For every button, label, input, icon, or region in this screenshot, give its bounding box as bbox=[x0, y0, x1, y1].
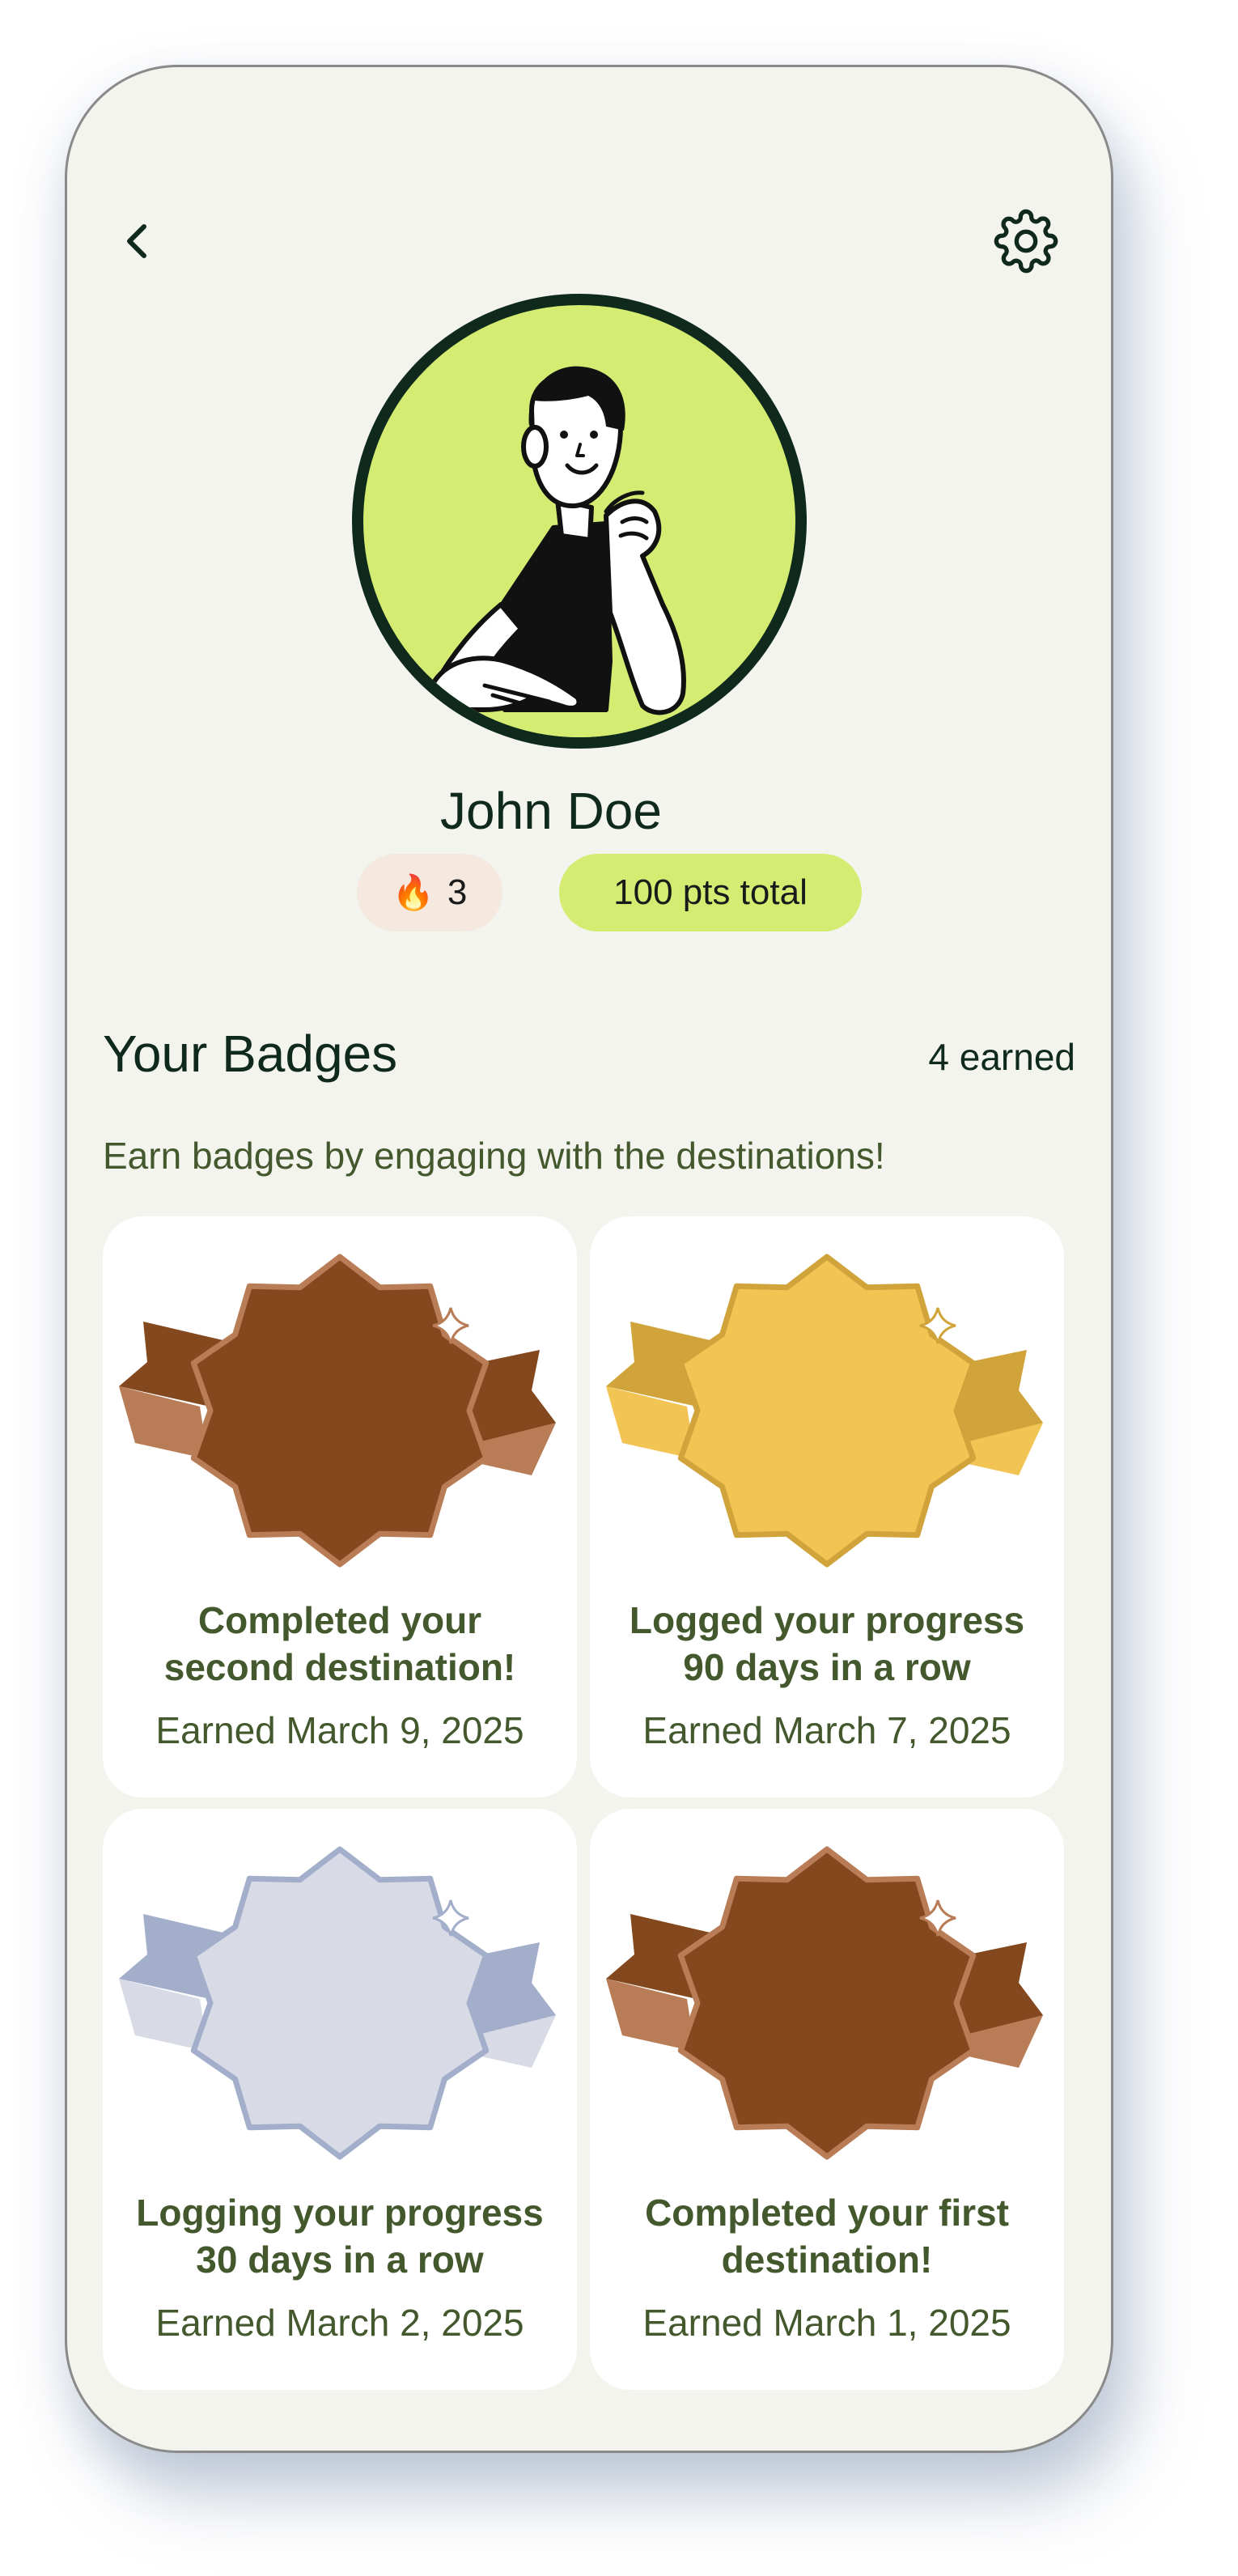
profile-avatar[interactable] bbox=[352, 294, 807, 749]
badge-seal bbox=[677, 1254, 977, 1568]
bronze-badge-icon bbox=[606, 1846, 1043, 2160]
streak-badge: 🔥 3 bbox=[357, 854, 502, 932]
fire-icon: 🔥 bbox=[392, 872, 435, 911]
badge-card[interactable]: Completed your first destination! Earned… bbox=[590, 1809, 1064, 2390]
badge-card[interactable]: Logged your progress 90 days in a row Ea… bbox=[590, 1216, 1064, 1797]
badge-card[interactable]: Logging your progress 30 days in a row E… bbox=[103, 1809, 577, 2390]
badge-date: Earned March 9, 2025 bbox=[155, 1709, 524, 1751]
user-name: John Doe bbox=[440, 782, 662, 840]
badge-title: Completed your second destination! bbox=[163, 1599, 516, 1688]
screen: John Doe 🔥 3 100 pts total Your Badges 4… bbox=[0, 0, 1238, 2576]
earned-count: 4 earned bbox=[928, 1036, 1075, 1078]
badge-title: Completed your first destination! bbox=[645, 2192, 1009, 2281]
badge-date: Earned March 2, 2025 bbox=[155, 2302, 524, 2344]
phone-frame: John Doe 🔥 3 100 pts total Your Badges 4… bbox=[65, 65, 1113, 2453]
section-title: Your Badges bbox=[103, 1025, 398, 1083]
streak-count: 3 bbox=[447, 872, 468, 912]
badge-date: Earned March 7, 2025 bbox=[642, 1709, 1011, 1751]
silver-badge-icon bbox=[119, 1846, 556, 2160]
badge-date: Earned March 1, 2025 bbox=[642, 2302, 1011, 2344]
badge-seal bbox=[190, 1254, 490, 1568]
back-button[interactable] bbox=[100, 197, 172, 286]
badge-seal bbox=[190, 1846, 490, 2160]
badge-seal bbox=[677, 1846, 977, 2160]
points-badge: 100 pts total bbox=[559, 854, 862, 932]
chevron-left-icon bbox=[127, 224, 146, 258]
badge-title: Logging your progress 30 days in a row bbox=[136, 2192, 544, 2281]
bronze-badge-icon bbox=[119, 1254, 556, 1568]
person-illustration bbox=[412, 366, 752, 737]
badge-title: Logged your progress 90 days in a row bbox=[629, 1599, 1025, 1688]
gold-badge-icon bbox=[606, 1254, 1043, 1568]
gear-icon bbox=[994, 209, 1058, 274]
badge-card[interactable]: Completed your second destination! Earne… bbox=[103, 1216, 577, 1797]
settings-button[interactable] bbox=[981, 197, 1071, 286]
section-subtitle: Earn badges by engaging with the destina… bbox=[103, 1135, 885, 1177]
points-label: 100 pts total bbox=[613, 872, 808, 912]
